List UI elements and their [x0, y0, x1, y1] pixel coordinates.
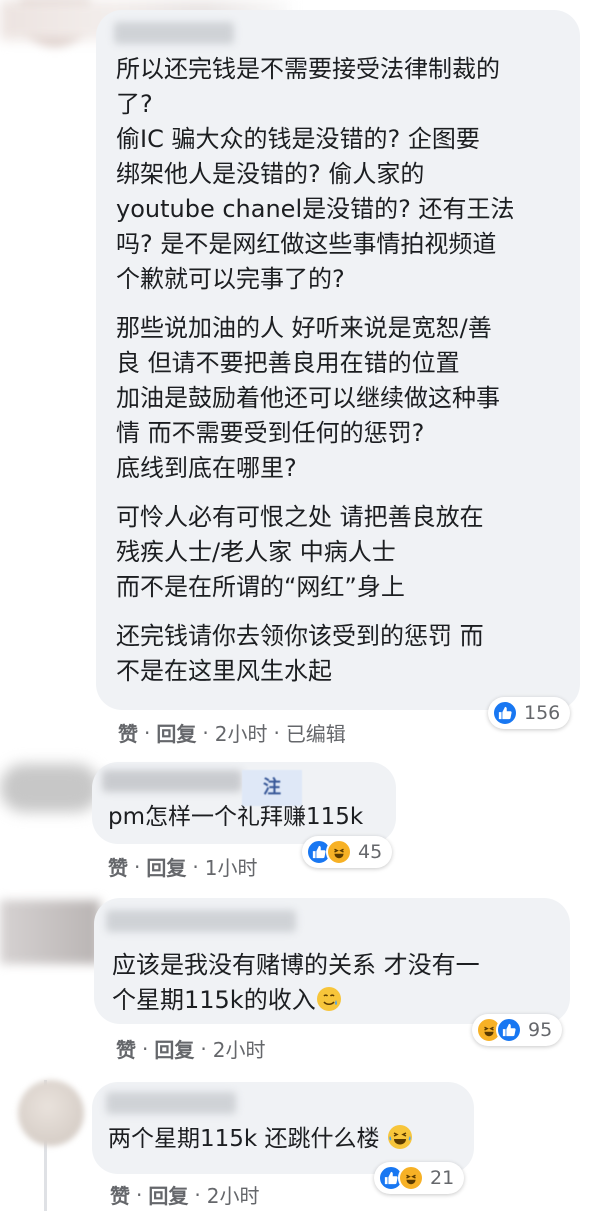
separator-dot: ·	[273, 720, 280, 745]
edited-label: 已编辑	[285, 722, 346, 746]
separator-dot: ·	[144, 720, 151, 745]
separator-dot: ·	[142, 1036, 149, 1061]
like-icon	[492, 700, 518, 726]
haha-icon	[326, 839, 352, 865]
comment-author[interactable]	[106, 1092, 236, 1114]
separator-dot: ·	[202, 720, 209, 745]
reply-button[interactable]: 回复	[148, 1180, 188, 1209]
timestamp[interactable]: 1小时	[205, 852, 258, 881]
author-name-partial[interactable]: 注	[242, 770, 302, 806]
like-button[interactable]: 赞	[108, 852, 128, 881]
comment-actions: 赞 · 回复 · 2小时	[116, 1034, 265, 1063]
separator-dot: ·	[136, 1182, 143, 1207]
comment-text: 两个星期115k 还跳什么楼	[108, 1124, 458, 1154]
reaction-count: 21	[430, 1167, 455, 1189]
comment-actions: 赞 · 回复 · 2小时	[110, 1180, 259, 1209]
comment-text: 应该是我没有赌博的关系 才没有一 个星期115k的收入	[112, 948, 552, 1018]
crying-smile-emoji	[316, 987, 341, 1011]
timestamp[interactable]: 2小时	[215, 718, 268, 747]
laughing-tears-emoji	[387, 1125, 412, 1149]
comment-actions: 赞 · 回复 · 1小时	[108, 852, 257, 881]
like-icon	[496, 1017, 522, 1043]
avatar[interactable]	[18, 1080, 84, 1146]
timestamp[interactable]: 2小时	[213, 1034, 266, 1063]
reaction-summary[interactable]: 45	[302, 836, 393, 868]
comment-author[interactable]	[114, 22, 234, 44]
separator-dot: ·	[200, 1036, 207, 1061]
comment-bubble: 应该是我没有赌博的关系 才没有一 个星期115k的收入	[94, 898, 570, 1024]
comment-text: 可怜人必有可恨之处 请把善良放在 残疾人士/老人家 中病人士 而不是在所谓的“网…	[116, 503, 484, 601]
like-button[interactable]: 赞	[118, 718, 138, 747]
timestamp[interactable]: 2小时	[207, 1180, 260, 1209]
reaction-count: 156	[524, 702, 561, 724]
comment-bubble: 注 pm怎样一个礼拜赚115k	[92, 762, 396, 844]
separator-dot: ·	[194, 1182, 201, 1207]
comment-text: pm怎样一个礼拜赚115k	[108, 804, 364, 830]
comment-text: 还完钱请你去领你该受到的惩罚 而 不是在这里风生水起	[116, 622, 484, 685]
comment-actions: 赞 · 回复 · 2小时 · 已编辑	[118, 718, 346, 747]
reaction-summary[interactable]: 156	[488, 697, 571, 729]
comment-author[interactable]	[102, 770, 242, 792]
reaction-count: 95	[528, 1019, 553, 1041]
avatar[interactable]	[0, 764, 100, 812]
separator-dot: ·	[134, 854, 141, 879]
reply-button[interactable]: 回复	[154, 1034, 194, 1063]
like-button[interactable]: 赞	[110, 1180, 130, 1209]
reply-button[interactable]: 回复	[146, 852, 186, 881]
separator-dot: ·	[192, 854, 199, 879]
comment-bubble: 所以还完钱是不需要接受法律制裁的 了? 偷IC 骗大众的钱是没错的? 企图要 绑…	[96, 10, 580, 710]
comment-text-content: 两个星期115k 还跳什么楼	[108, 1126, 380, 1152]
comment-text-content: 应该是我没有赌博的关系 才没有一 个星期115k的收入	[112, 951, 480, 1014]
reaction-count: 45	[358, 841, 383, 863]
haha-icon	[398, 1165, 424, 1191]
avatar[interactable]	[0, 900, 100, 964]
comment-text: 所以还完钱是不需要接受法律制裁的 了? 偷IC 骗大众的钱是没错的? 企图要 绑…	[116, 55, 515, 293]
comment-author[interactable]	[106, 910, 296, 932]
reply-button[interactable]: 回复	[156, 718, 196, 747]
reaction-summary[interactable]: 21	[374, 1162, 465, 1194]
comment-thread: 所以还完钱是不需要接受法律制裁的 了? 偷IC 骗大众的钱是没错的? 企图要 绑…	[0, 0, 600, 1211]
comment-text: 那些说加油的人 好听来说是宽恕/善 良 但请不要把善良用在错的位置 加油是鼓励着…	[116, 314, 500, 482]
comment-bubble: 两个星期115k 还跳什么楼	[92, 1082, 474, 1174]
like-button[interactable]: 赞	[116, 1034, 136, 1063]
reaction-summary[interactable]: 95	[472, 1014, 563, 1046]
